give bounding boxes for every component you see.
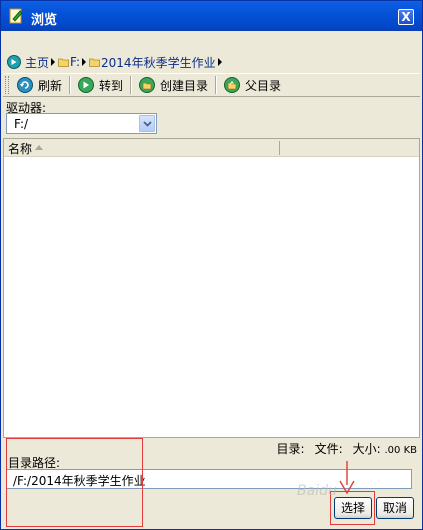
column-divider[interactable]	[279, 141, 280, 155]
refresh-button[interactable]: 刷新	[13, 74, 66, 96]
breadcrumb-separator-icon	[217, 58, 222, 66]
chevron-down-icon	[143, 121, 152, 127]
folder-icon	[89, 58, 100, 67]
select-button[interactable]: 选择	[334, 497, 372, 519]
file-list[interactable]: 名称	[3, 138, 420, 438]
file-count-label: 文件:	[314, 442, 343, 456]
refresh-label: 刷新	[38, 78, 63, 93]
title-bar[interactable]: 浏览 X	[1, 1, 422, 31]
breadcrumb-folder[interactable]: 2014年秋季学生作业	[101, 54, 216, 71]
parent-directory-button[interactable]: 父目录	[220, 74, 285, 96]
home-icon	[7, 55, 21, 69]
goto-icon	[78, 77, 95, 93]
toolbar-grip[interactable]	[5, 76, 9, 94]
sort-ascending-icon	[35, 145, 43, 150]
breadcrumb-separator-icon	[51, 58, 56, 66]
drive-select[interactable]: F:/	[6, 113, 157, 134]
list-header: 名称	[4, 139, 419, 157]
create-directory-label: 创建目录	[160, 78, 209, 93]
close-button[interactable]: X	[398, 9, 414, 25]
size-value: .00 KB	[384, 445, 418, 456]
document-edit-icon	[9, 8, 23, 24]
drive-selected-value: F:/	[14, 117, 29, 131]
folder-icon	[58, 58, 69, 67]
toolbar-separator	[215, 76, 218, 94]
create-directory-button[interactable]: 创建目录	[135, 74, 212, 96]
size-info: 大小: .00 KB	[353, 440, 417, 457]
column-header-name[interactable]: 名称	[8, 140, 32, 157]
parent-folder-icon	[224, 77, 241, 93]
browse-dialog: 浏览 X 主页 F: 2014年秋季学生作业 刷新 转到 创建目录 父目录 驱动…	[0, 0, 423, 530]
toolbar-separator	[130, 76, 133, 94]
directory-count-label: 目录:	[276, 442, 305, 456]
status-bar: 目录: 文件: 大小: .00 KB	[277, 440, 417, 457]
size-label: 大小:	[352, 442, 381, 456]
breadcrumb-drive[interactable]: F:	[70, 55, 80, 69]
goto-label: 转到	[99, 78, 124, 93]
toolbar: 刷新 转到 创建目录 父目录	[3, 73, 420, 97]
breadcrumb-separator-icon	[82, 58, 87, 66]
breadcrumb: 主页 F: 2014年秋季学生作业	[7, 53, 224, 71]
new-folder-icon	[139, 77, 156, 93]
parent-directory-label: 父目录	[245, 78, 282, 93]
toolbar-separator	[69, 76, 72, 94]
window-title: 浏览	[31, 13, 58, 28]
directory-path-field[interactable]: /F:/2014年秋季学生作业	[6, 469, 412, 489]
cancel-button[interactable]: 取消	[376, 497, 414, 519]
watermark: Baidu	[297, 483, 337, 499]
dropdown-button[interactable]	[139, 115, 155, 132]
refresh-icon	[17, 77, 33, 93]
goto-button[interactable]: 转到	[74, 74, 127, 96]
breadcrumb-home[interactable]: 主页	[25, 54, 49, 71]
